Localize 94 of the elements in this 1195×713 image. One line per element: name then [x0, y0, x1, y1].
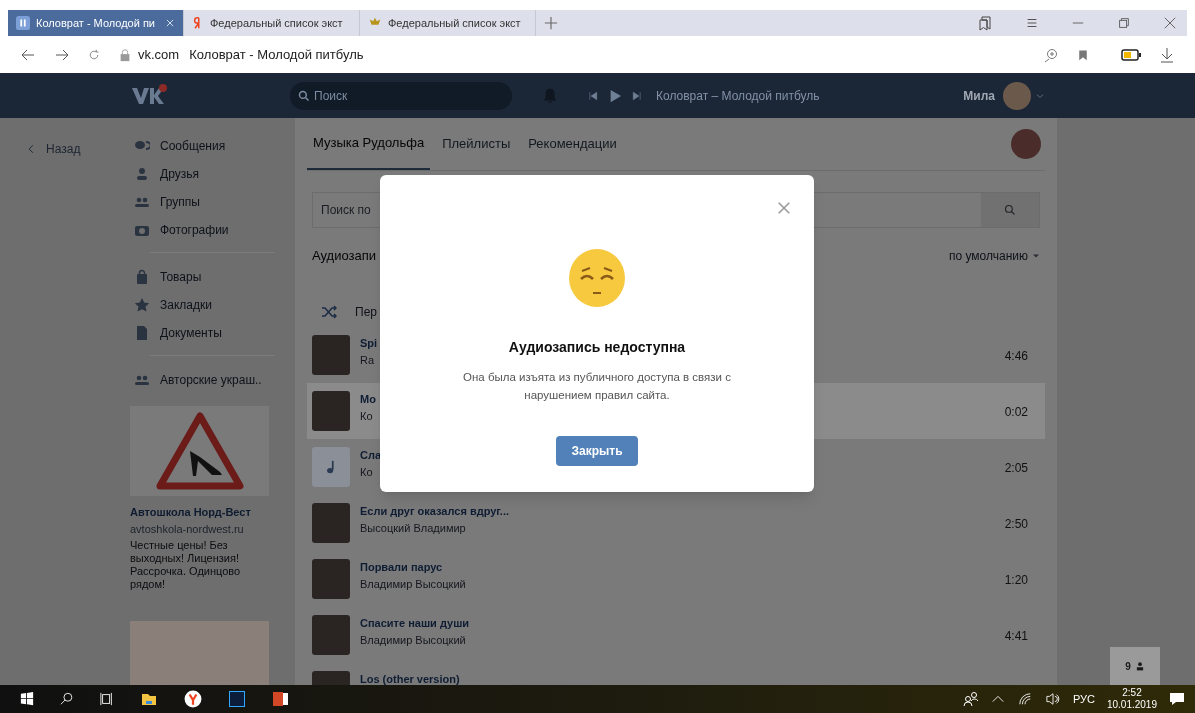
sad-face-icon [569, 249, 625, 307]
track-title: Spi [360, 337, 378, 350]
track-artist[interactable]: Ra [360, 354, 375, 367]
close-dialog-button[interactable]: Закрыть [556, 436, 638, 466]
ad-image[interactable] [130, 406, 269, 496]
windows-logo-icon[interactable] [20, 692, 34, 706]
track-duration: 2:50 [1004, 516, 1028, 533]
page-title: Коловрат - Молодой питбуль [189, 45, 364, 64]
search-field[interactable]: Поиск [290, 81, 512, 110]
previous-icon[interactable] [588, 90, 598, 101]
star-icon [134, 297, 150, 313]
track-duration: 2:05 [1004, 460, 1028, 477]
bag-icon [134, 269, 150, 285]
shuffle-icon[interactable] [321, 304, 337, 320]
download-icon[interactable] [1159, 46, 1175, 63]
sidebar-item[interactable]: Сообщения [130, 132, 275, 160]
zoom-icon[interactable] [1043, 46, 1059, 63]
sidebar-item[interactable]: Группы [130, 188, 275, 216]
battery-icon [1121, 48, 1141, 61]
sidebar-item[interactable]: Авторские украш.. [130, 366, 275, 394]
people-icon[interactable] [962, 691, 979, 707]
search-icon[interactable] [60, 692, 74, 706]
track-artist[interactable]: Высоцкий Владимир [360, 522, 466, 535]
play-icon[interactable] [608, 88, 622, 103]
chat-badge[interactable]: 9 [1110, 647, 1160, 685]
url-domain: vk.com [138, 45, 180, 64]
restore-icon[interactable] [1117, 16, 1131, 30]
chevron-left-icon [26, 143, 36, 155]
sidebar-item[interactable]: Друзья [130, 160, 275, 188]
close-icon[interactable] [1163, 16, 1177, 30]
track-title: Если друг оказался вдруг... [360, 505, 509, 518]
sidebar-item[interactable]: Документы [130, 319, 275, 347]
track-artist[interactable]: Ко [360, 466, 373, 479]
sidebar-item[interactable]: Фотографии [130, 216, 275, 244]
image-editor-app-icon[interactable] [228, 691, 246, 707]
track-artist[interactable]: Владимир Высоцкий [360, 634, 466, 647]
browser-tab[interactable]: Коловрат - Молодой пи [8, 10, 184, 36]
sort-dropdown[interactable]: по умолчанию [948, 247, 1040, 265]
sidebar-item[interactable]: Закладки [130, 291, 275, 319]
caret-icon [1032, 252, 1040, 260]
track-duration: 1:20 [1004, 572, 1028, 589]
reload-icon[interactable] [88, 48, 100, 61]
track-title: Спасите наши души [360, 617, 470, 630]
language-indicator[interactable]: РУС [1072, 690, 1095, 708]
notifications-icon[interactable] [1169, 691, 1185, 707]
warning-sign-icon [154, 411, 245, 491]
track-title: Los (other version) [360, 673, 460, 685]
music-tab[interactable]: Плейлисты [436, 118, 517, 170]
avatar[interactable] [1011, 129, 1041, 159]
clock[interactable]: 2:52 10.01.2019 [1106, 687, 1157, 711]
close-button[interactable] [776, 200, 792, 216]
track-duration: 4:41 [1004, 628, 1028, 645]
search-icon [1004, 204, 1016, 216]
now-playing-text[interactable]: Коловрат – Молодой питбуль [656, 86, 820, 105]
next-icon[interactable] [632, 90, 642, 101]
user-name[interactable]: Мила [963, 86, 995, 105]
track-artist[interactable]: Владимир Высоцкий [360, 578, 466, 591]
browser-icon[interactable] [184, 690, 202, 708]
close-icon [777, 201, 791, 215]
album-cover [312, 391, 350, 431]
dialog-title: Аудиозапись недоступна [508, 338, 686, 357]
track-title: Мо [360, 393, 376, 406]
menu-icon[interactable] [1025, 16, 1039, 30]
slides-app-icon[interactable] [272, 691, 290, 707]
pause-icon [16, 16, 30, 30]
back-link[interactable]: Назад [26, 140, 130, 158]
music-tab[interactable]: Рекомендации [522, 118, 623, 170]
search-icon [298, 89, 310, 102]
album-cover [312, 335, 350, 375]
album-cover [312, 615, 350, 655]
track-duration: 4:46 [1004, 348, 1028, 365]
task-view-icon[interactable] [100, 692, 114, 706]
album-cover [312, 503, 350, 543]
wifi-icon[interactable] [1016, 692, 1033, 706]
ad-title[interactable]: Автошкола Норд-Вест [130, 504, 275, 521]
bookmarks-icon[interactable] [977, 15, 993, 31]
folder-icon[interactable] [140, 691, 158, 707]
section-heading: Аудиозапи [312, 247, 377, 266]
dialog-message: Она была изъята из публичного доступа в связи с нарушением правил сайта. [462, 370, 732, 403]
document-icon [134, 325, 150, 341]
album-cover [312, 559, 350, 599]
address-bar[interactable]: vk.com Коловрат - Молодой питбуль [118, 44, 1025, 65]
track-title: Порвали парус [360, 561, 443, 574]
sidebar-item[interactable]: Товары [130, 263, 275, 291]
track-duration: 0:02 [1004, 404, 1028, 421]
ad-text: Честные цены! Без выходных! Лицензия! Рассрочка. Одинцово рядом! [130, 539, 242, 591]
music-tab[interactable]: Музыка Рудольфа [307, 118, 431, 170]
ad-url[interactable]: avtoshkola-nordwest.ru [130, 520, 275, 537]
avatar[interactable] [1003, 81, 1031, 110]
lock-icon [118, 47, 132, 62]
shuffle-label[interactable]: Пер [355, 303, 377, 321]
speaker-icon[interactable] [1044, 692, 1061, 706]
track-title: Сла [360, 449, 382, 462]
track-artist[interactable]: Ко [360, 410, 373, 423]
